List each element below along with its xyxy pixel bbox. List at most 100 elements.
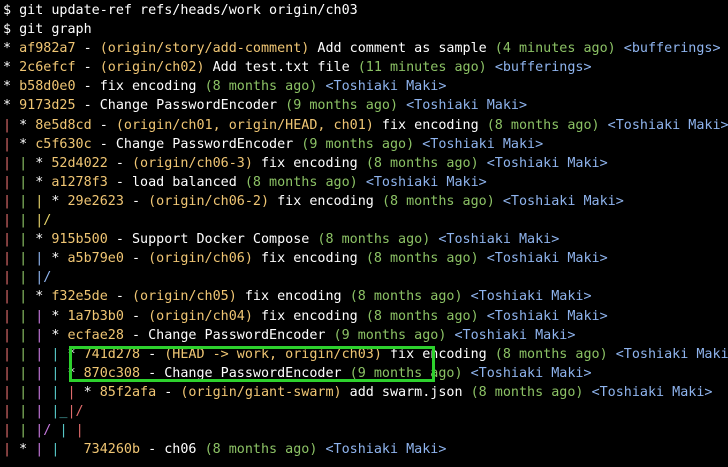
commit-date: (8 months ago) [486, 117, 600, 133]
commit-hash: af982a7 [19, 41, 76, 57]
commit-date: (9 months ago) [285, 98, 399, 114]
terminal-text: * [11, 117, 36, 133]
graph-line: | [3, 213, 12, 229]
graph-line: | [19, 346, 28, 362]
terminal-text: * [27, 155, 52, 171]
commit-hash: b58d0e0 [19, 79, 76, 95]
graph-line: |/ [35, 423, 52, 439]
terminal-text: - [75, 41, 100, 57]
graph-line: |_ [51, 403, 68, 419]
terminal-text: * [59, 346, 84, 362]
terminal-text: fix encoding [252, 308, 366, 324]
graph-line: | [3, 308, 12, 324]
terminal-text: - fix encoding [75, 79, 205, 95]
terminal-line: * af982a7 - (origin/story/add-comment) A… [3, 39, 728, 58]
terminal-text: - [156, 384, 181, 400]
terminal-line: | | * a1278f3 - load balanced (8 months … [3, 173, 728, 192]
terminal-text: fix encoding [252, 155, 366, 171]
terminal-text: * [27, 289, 52, 305]
terminal-text: * [27, 174, 52, 190]
terminal-line: | | | |_|/ [3, 402, 728, 421]
graph-line: | [19, 193, 28, 209]
terminal-text: * [43, 251, 68, 267]
graph-line: | [3, 174, 12, 190]
terminal-text: - ch06 [140, 442, 205, 458]
graph-line: | [3, 403, 12, 419]
terminal-text: * [3, 79, 20, 95]
graph-line: |/ [67, 403, 84, 419]
commit-hash: 85f2afa [99, 384, 157, 400]
graph-line: |/ [35, 213, 52, 229]
terminal-text: * [27, 232, 52, 248]
graph-line: | [3, 384, 12, 400]
terminal-text: * [3, 41, 20, 57]
graph-line: | [3, 270, 12, 286]
terminal-text: * [11, 136, 36, 152]
terminal-text: $ git update-ref refs/heads/work origin/… [3, 3, 358, 18]
terminal-text: - [123, 251, 149, 267]
terminal-line: | * c5f630c - Change PasswordEncoder (9 … [3, 135, 728, 154]
graph-line: | [3, 442, 12, 458]
commit-date: (9 months ago) [333, 327, 447, 343]
graph-line: | [3, 136, 12, 152]
graph-line: | [3, 423, 12, 439]
commit-author: <bufferings> [623, 41, 721, 57]
graph-line: | [19, 308, 28, 324]
graph-line: | [59, 423, 68, 439]
terminal-window[interactable]: $ git update-ref refs/heads/work origin/… [0, 0, 728, 467]
graph-line: | [3, 251, 12, 267]
commit-refs: (origin/ch06-2) [148, 193, 270, 209]
terminal-line: | * 8e5d8cd - (origin/ch01, origin/HEAD,… [3, 116, 728, 135]
commit-date: (11 minutes ago) [357, 60, 487, 76]
terminal-line: | | |/ [3, 268, 728, 287]
commit-refs: (origin/ch06) [148, 251, 253, 267]
terminal-text: Add test.txt file [204, 60, 358, 76]
terminal-text: - [75, 60, 100, 76]
graph-line: | [19, 365, 28, 381]
commit-author: <bufferings> [494, 60, 592, 76]
terminal-text: - Change PasswordEncoder [140, 365, 350, 381]
commit-author: <Toshiaki Maki> [422, 136, 544, 152]
terminal-text: * [3, 98, 20, 114]
commit-author: <Toshiaki Maki> [365, 174, 487, 190]
terminal-text: fix encoding [252, 251, 366, 267]
graph-line: | [19, 232, 28, 248]
commit-refs: (origin/ch06-3) [132, 155, 253, 171]
terminal-text: fix encoding [236, 289, 350, 305]
commit-date: (9 months ago) [301, 136, 415, 152]
terminal-line: * b58d0e0 - fix encoding (8 months ago) … [3, 77, 728, 96]
terminal-text: * [59, 365, 84, 381]
commit-hash: 29e2623 [67, 193, 124, 209]
commit-date: (8 months ago) [349, 289, 463, 305]
commit-date: (8 months ago) [365, 155, 479, 171]
terminal-text: * [11, 442, 36, 458]
terminal-line: | | | * ecfae28 - Change PasswordEncoder… [3, 326, 728, 345]
graph-line: | [19, 155, 28, 171]
graph-line: | [19, 270, 28, 286]
commit-hash: 741d278 [83, 346, 141, 362]
terminal-text: * [43, 327, 68, 343]
terminal-text: - Support Docker Compose [107, 232, 318, 248]
commit-hash: ecfae28 [67, 327, 124, 343]
terminal-text: - Change PasswordEncoder [75, 98, 286, 114]
terminal-line: | * | | 734260b - ch06 (8 months ago) <T… [3, 440, 728, 459]
commit-hash: 870c308 [83, 365, 141, 381]
commit-date: (8 months ago) [204, 442, 318, 458]
terminal-text: fix encoding [381, 346, 495, 362]
graph-line: | [19, 289, 28, 305]
commit-author: <Toshiaki Maki> [470, 365, 592, 381]
